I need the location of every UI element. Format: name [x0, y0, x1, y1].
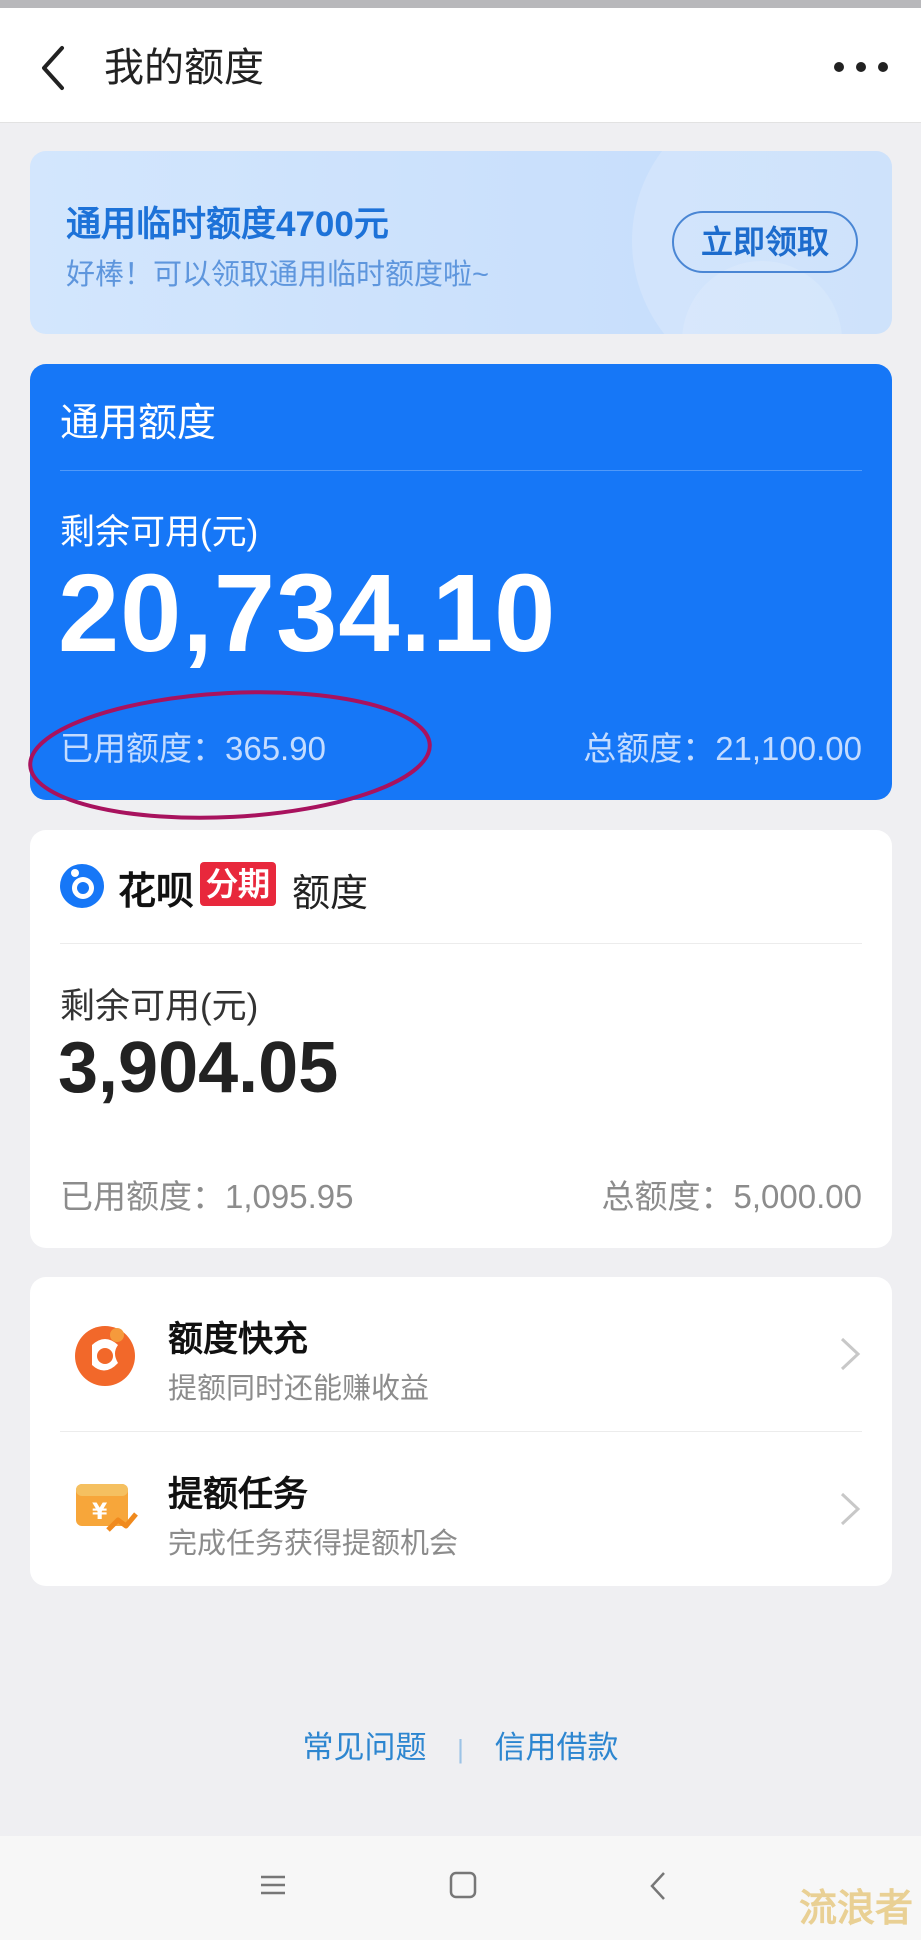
- back-triangle-icon[interactable]: [648, 1870, 668, 1902]
- banner-title: 通用临时额度4700元: [66, 205, 389, 244]
- page-title: 我的额度: [104, 46, 264, 90]
- installment-tag: 分期: [200, 862, 277, 906]
- list-item-quota-recharge[interactable]: 额度快充 提额同时还能赚收益: [30, 1277, 892, 1432]
- general-quota-title: 通用额度: [60, 402, 217, 445]
- footer-separator: |: [457, 1734, 464, 1764]
- divider: [60, 943, 862, 944]
- claim-now-button[interactable]: 立即领取: [672, 211, 858, 273]
- chevron-left-icon[interactable]: [34, 38, 74, 98]
- available-amount: 3,904.05: [58, 1028, 339, 1108]
- action-list: 额度快充 提额同时还能赚收益 ¥ 提额任务 完成任务获得提额机会: [30, 1277, 892, 1586]
- available-label: 剩余可用(元): [60, 987, 259, 1026]
- total-quota: 总额度：5,000.00: [601, 1178, 862, 1215]
- system-nav-bar: 流浪者: [0, 1836, 921, 1940]
- home-square-icon[interactable]: [448, 1870, 478, 1900]
- temp-quota-banner: 通用临时额度4700元 好棒！可以领取通用临时额度啦~ 立即领取: [30, 151, 892, 334]
- huabei-brand: 花呗: [118, 871, 195, 913]
- footer-links: 常见问题 | 信用借款: [0, 1722, 921, 1767]
- list-item-subtitle: 提额同时还能赚收益: [168, 1373, 430, 1405]
- nav-bar: 我的额度: [0, 8, 921, 123]
- available-amount: 20,734.10: [58, 552, 557, 675]
- quota-task-icon: ¥: [76, 1484, 138, 1532]
- top-status-strip: [0, 0, 921, 8]
- huabei-quota-card[interactable]: 花呗 分期 额度 剩余可用(元) 3,904.05 已用额度：1,095.95 …: [30, 830, 892, 1248]
- list-item-subtitle: 完成任务获得提额机会: [168, 1528, 459, 1560]
- credit-loan-link[interactable]: 信用借款: [495, 1730, 619, 1765]
- menu-icon[interactable]: [258, 1870, 288, 1900]
- list-item-title: 额度快充: [168, 1320, 309, 1359]
- chevron-right-icon: [840, 1492, 861, 1526]
- used-quota: 已用额度：365.90: [60, 730, 326, 767]
- watermark-text: 流浪者: [798, 1888, 913, 1930]
- list-item-title: 提额任务: [168, 1475, 309, 1514]
- chevron-right-icon: [840, 1337, 861, 1371]
- huabei-logo-icon: [60, 864, 104, 908]
- banner-subtitle: 好棒！可以领取通用临时额度啦~: [66, 259, 489, 291]
- list-item-quota-task[interactable]: ¥ 提额任务 完成任务获得提额机会: [30, 1432, 892, 1586]
- used-quota: 已用额度：1,095.95: [60, 1178, 354, 1215]
- available-label: 剩余可用(元): [60, 513, 259, 552]
- divider: [60, 470, 862, 471]
- total-quota: 总额度：21,100.00: [583, 730, 862, 767]
- faq-link[interactable]: 常见问题: [302, 1730, 426, 1765]
- more-dots-icon[interactable]: [831, 52, 891, 82]
- general-quota-card[interactable]: 通用额度 剩余可用(元) 20,734.10 已用额度：365.90 总额度：2…: [30, 364, 892, 800]
- svg-text:¥: ¥: [92, 1500, 108, 1525]
- quota-suffix: 额度: [292, 873, 369, 915]
- quota-recharge-icon: [75, 1326, 135, 1386]
